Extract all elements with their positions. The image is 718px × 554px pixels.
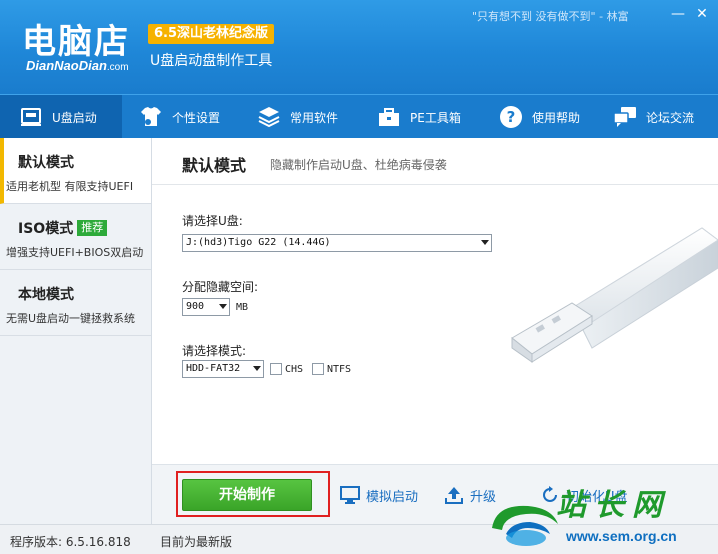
title-bar: 电脑店 DianNaoDian.com 6.5深山老林纪念版 U盘启动盘制作工具… [0, 0, 718, 94]
nav-label: 个性设置 [172, 110, 221, 125]
watermark-title: 站长网 [556, 488, 670, 523]
swirl-logo-icon [492, 505, 558, 546]
sidebar-item-title: 默认模式 [18, 155, 74, 171]
mode-select-label: 请选择模式: [182, 344, 247, 358]
main-nav: U盘启动 个性设置 常用软件 PE工具箱 ? 使用帮助 论坛交流 [0, 94, 718, 139]
chevron-down-icon [219, 304, 227, 309]
nav-label: 常用软件 [290, 110, 339, 125]
sidebar-item-iso-mode[interactable]: ISO模式 推荐 增强支持UEFI+BIOS双启动 [0, 204, 151, 270]
ntfs-checkbox[interactable] [312, 363, 324, 375]
site-watermark: 站长网 www.sem.org.cn [486, 474, 718, 554]
hidden-space-label: 分配隐藏空间: [182, 280, 259, 294]
ntfs-label: NTFS [327, 364, 352, 375]
nav-label: PE工具箱 [410, 110, 461, 125]
hidden-space-unit: MB [236, 302, 249, 313]
tshirt-gear-icon [138, 104, 164, 130]
update-status: 目前为最新版 [160, 535, 233, 549]
nav-usb-boot[interactable]: U盘启动 [0, 95, 122, 139]
start-button[interactable]: 开始制作 [182, 479, 312, 511]
program-version: 程序版本: 6.5.16.818 [10, 535, 131, 549]
monitor-icon [340, 486, 360, 504]
mode-sidebar: 默认模式 适用老机型 有限支持UEFI ISO模式 推荐 增强支持UEFI+BIO… [0, 138, 152, 524]
mode-select[interactable]: HDD-FAT32 [182, 360, 264, 378]
sidebar-item-default-mode[interactable]: 默认模式 适用老机型 有限支持UEFI [0, 138, 151, 204]
divider [152, 184, 718, 185]
usb-drive-illustration [511, 227, 718, 363]
nav-pe-tools[interactable]: PE工具箱 [376, 95, 461, 139]
simulate-boot-button[interactable]: 模拟启动 [340, 485, 418, 505]
nav-software[interactable]: 常用软件 [256, 95, 338, 139]
app-logo: 电脑店 [22, 22, 130, 62]
nav-label: U盘启动 [52, 110, 97, 125]
help-circle-icon: ? [498, 104, 524, 130]
nav-label: 论坛交流 [646, 110, 695, 125]
nav-personalize[interactable]: 个性设置 [138, 95, 220, 139]
sidebar-item-title: ISO模式 推荐 [18, 218, 108, 238]
layers-icon [256, 104, 282, 130]
recommend-tag: 推荐 [77, 220, 108, 236]
nav-help[interactable]: ? 使用帮助 [498, 95, 580, 139]
chat-bubbles-icon [612, 104, 638, 130]
nav-label: 使用帮助 [532, 110, 581, 125]
page-description: 隐藏制作启动U盘、杜绝病毒侵袭 [270, 158, 447, 172]
sidebar-item-desc: 增强支持UEFI+BIOS双启动 [6, 246, 144, 259]
app-subtitle: U盘启动盘制作工具 [150, 53, 273, 69]
sidebar-item-title: 本地模式 [18, 287, 74, 303]
svg-text:?: ? [507, 108, 516, 126]
sidebar-item-desc: 适用老机型 有限支持UEFI [6, 180, 134, 193]
close-button[interactable]: ✕ [694, 6, 710, 22]
page-title: 默认模式 [182, 156, 247, 175]
chs-label: CHS [285, 364, 304, 375]
nav-forum[interactable]: 论坛交流 [612, 95, 694, 139]
version-badge: 6.5深山老林纪念版 [148, 24, 275, 44]
usb-drive-icon [18, 104, 44, 130]
chevron-down-icon [481, 240, 489, 245]
disk-select-label: 请选择U盘: [182, 214, 243, 228]
minimize-button[interactable]: — [670, 6, 686, 22]
chs-checkbox[interactable] [270, 363, 282, 375]
upload-icon [445, 487, 463, 504]
chevron-down-icon [253, 366, 261, 371]
motto-text: "只有想不到 没有做不到" - 林富 [472, 10, 629, 23]
disk-select[interactable]: J:(hd3)Tigo G22 (14.44G) [182, 234, 492, 252]
sidebar-item-desc: 无需U盘启动一键拯救系统 [6, 312, 136, 325]
hidden-space-select[interactable]: 900 [182, 298, 230, 316]
toolbox-icon [376, 104, 402, 130]
watermark-url: www.sem.org.cn [566, 528, 677, 544]
app-logo-domain: DianNaoDian.com [26, 58, 129, 73]
sidebar-item-local-mode[interactable]: 本地模式 无需U盘启动一键拯救系统 [0, 270, 151, 336]
